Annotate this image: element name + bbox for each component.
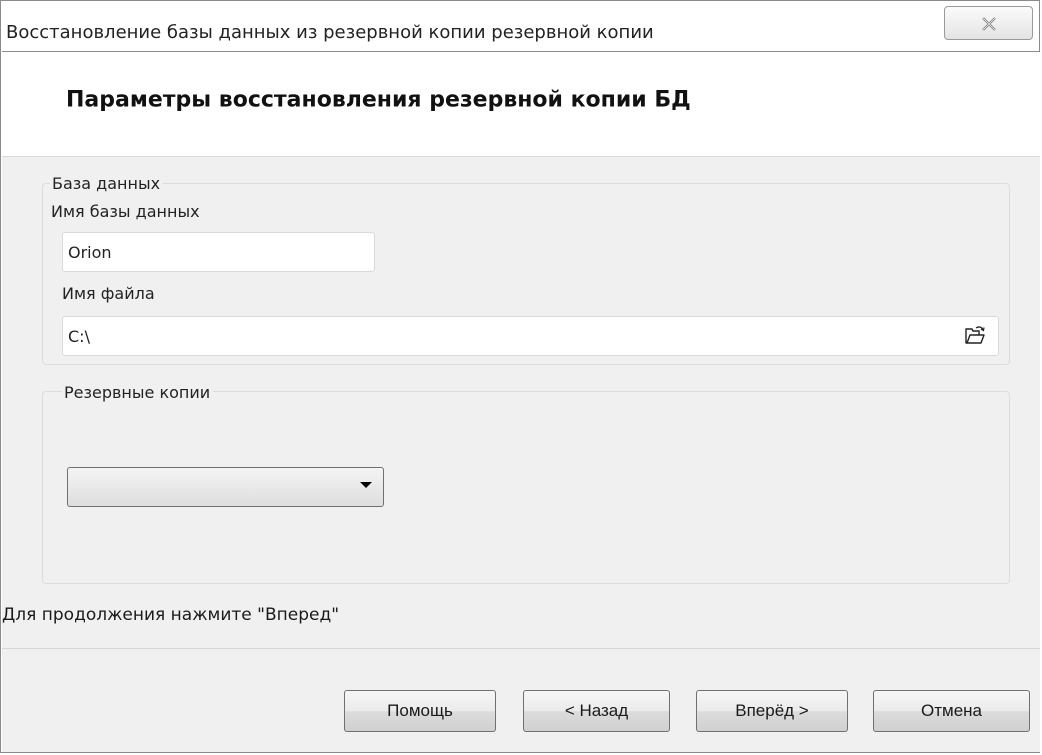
wizard-header: Параметры восстановления резервной копии… — [2, 51, 1040, 157]
db-name-value: Orion — [68, 242, 112, 262]
restore-dialog: Восстановление базы данных из резервной … — [0, 0, 1040, 753]
db-name-label: Имя базы данных — [51, 202, 200, 221]
close-icon — [982, 17, 996, 31]
back-button[interactable]: < Назад — [523, 690, 670, 732]
continue-hint: Для продолжения нажмите "Вперед" — [2, 605, 340, 625]
window-title: Восстановление базы данных из резервной … — [6, 22, 654, 43]
cancel-button[interactable]: Отмена — [873, 690, 1030, 732]
title-bar: Восстановление базы данных из резервной … — [1, 1, 1039, 51]
page-title: Параметры восстановления резервной копии… — [66, 87, 691, 113]
next-button[interactable]: Вперёд > — [696, 690, 848, 732]
footer-divider — [2, 648, 1040, 649]
chevron-down-icon — [360, 482, 372, 488]
file-name-value: C:\ — [68, 326, 90, 346]
wizard-body: База данных Имя базы данных Orion Имя фа… — [2, 157, 1040, 752]
file-name-input[interactable]: C:\ — [62, 316, 999, 356]
db-name-input[interactable]: Orion — [62, 232, 375, 272]
file-name-label: Имя файла — [62, 284, 155, 303]
database-group-legend: База данных — [50, 175, 164, 193]
help-button[interactable]: Помощь — [344, 690, 496, 732]
backups-group-legend: Резервные копии — [62, 384, 214, 402]
backups-dropdown[interactable] — [67, 467, 384, 507]
close-button[interactable] — [944, 6, 1033, 40]
open-folder-icon[interactable] — [964, 326, 986, 346]
